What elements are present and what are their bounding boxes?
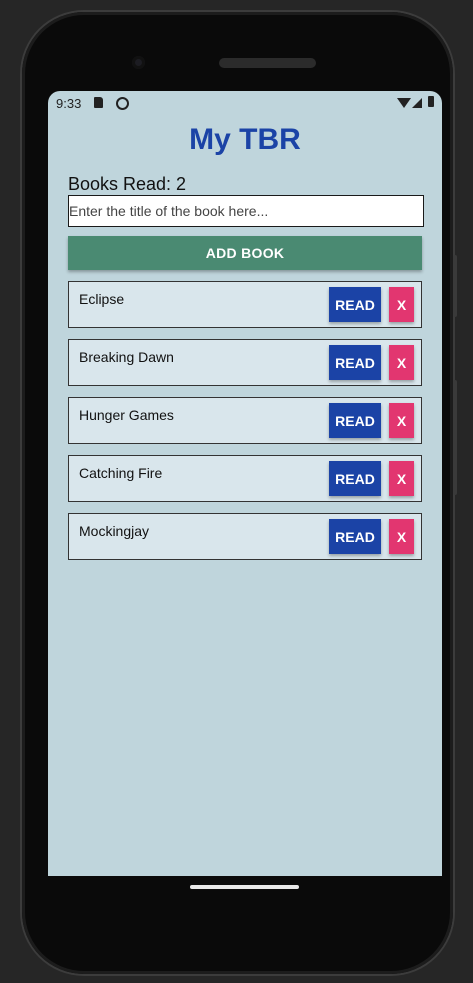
book-title: Breaking Dawn [79, 349, 174, 365]
status-time: 9:33 [56, 96, 82, 111]
home-indicator[interactable] [190, 885, 299, 889]
book-title: Catching Fire [79, 465, 163, 481]
book-row: Eclipse READ X [68, 281, 422, 328]
remove-button[interactable]: X [389, 519, 414, 554]
page-title: My TBR [189, 123, 301, 156]
earpiece-speaker [219, 58, 316, 68]
read-button[interactable]: READ [329, 287, 381, 322]
book-title-input[interactable] [68, 195, 424, 227]
app-screen: 9:33 My TBR Books Read: 2 ADD BOOK Eclip… [48, 91, 442, 876]
book-row: Mockingjay READ X [68, 513, 422, 560]
add-book-button[interactable]: ADD BOOK [68, 236, 422, 270]
book-row: Catching Fire READ X [68, 455, 422, 502]
read-button[interactable]: READ [329, 519, 381, 554]
book-title: Mockingjay [79, 523, 150, 539]
signal-icon [412, 98, 422, 108]
book-row: Hunger Games READ X [68, 397, 422, 444]
status-bar: 9:33 [48, 91, 442, 115]
remove-button[interactable]: X [389, 403, 414, 438]
read-button[interactable]: READ [329, 403, 381, 438]
book-row: Breaking Dawn READ X [68, 339, 422, 386]
volume-button [453, 380, 457, 495]
remove-button[interactable]: X [389, 345, 414, 380]
remove-button[interactable]: X [389, 287, 414, 322]
front-camera [132, 56, 145, 69]
read-button[interactable]: READ [329, 461, 381, 496]
sync-icon [116, 97, 129, 110]
read-button[interactable]: READ [329, 345, 381, 380]
book-title: Hunger Games [79, 407, 174, 423]
wifi-icon [397, 98, 411, 108]
battery-icon [428, 96, 434, 107]
power-button [453, 255, 457, 317]
device-stage: 9:33 My TBR Books Read: 2 ADD BOOK Eclip… [0, 0, 473, 983]
sd-card-icon [94, 97, 103, 108]
book-title: Eclipse [79, 291, 125, 307]
books-read-count: Books Read: 2 [68, 174, 187, 194]
book-list: Eclipse READ X Breaking Dawn READ X Hung… [68, 281, 422, 571]
remove-button[interactable]: X [389, 461, 414, 496]
